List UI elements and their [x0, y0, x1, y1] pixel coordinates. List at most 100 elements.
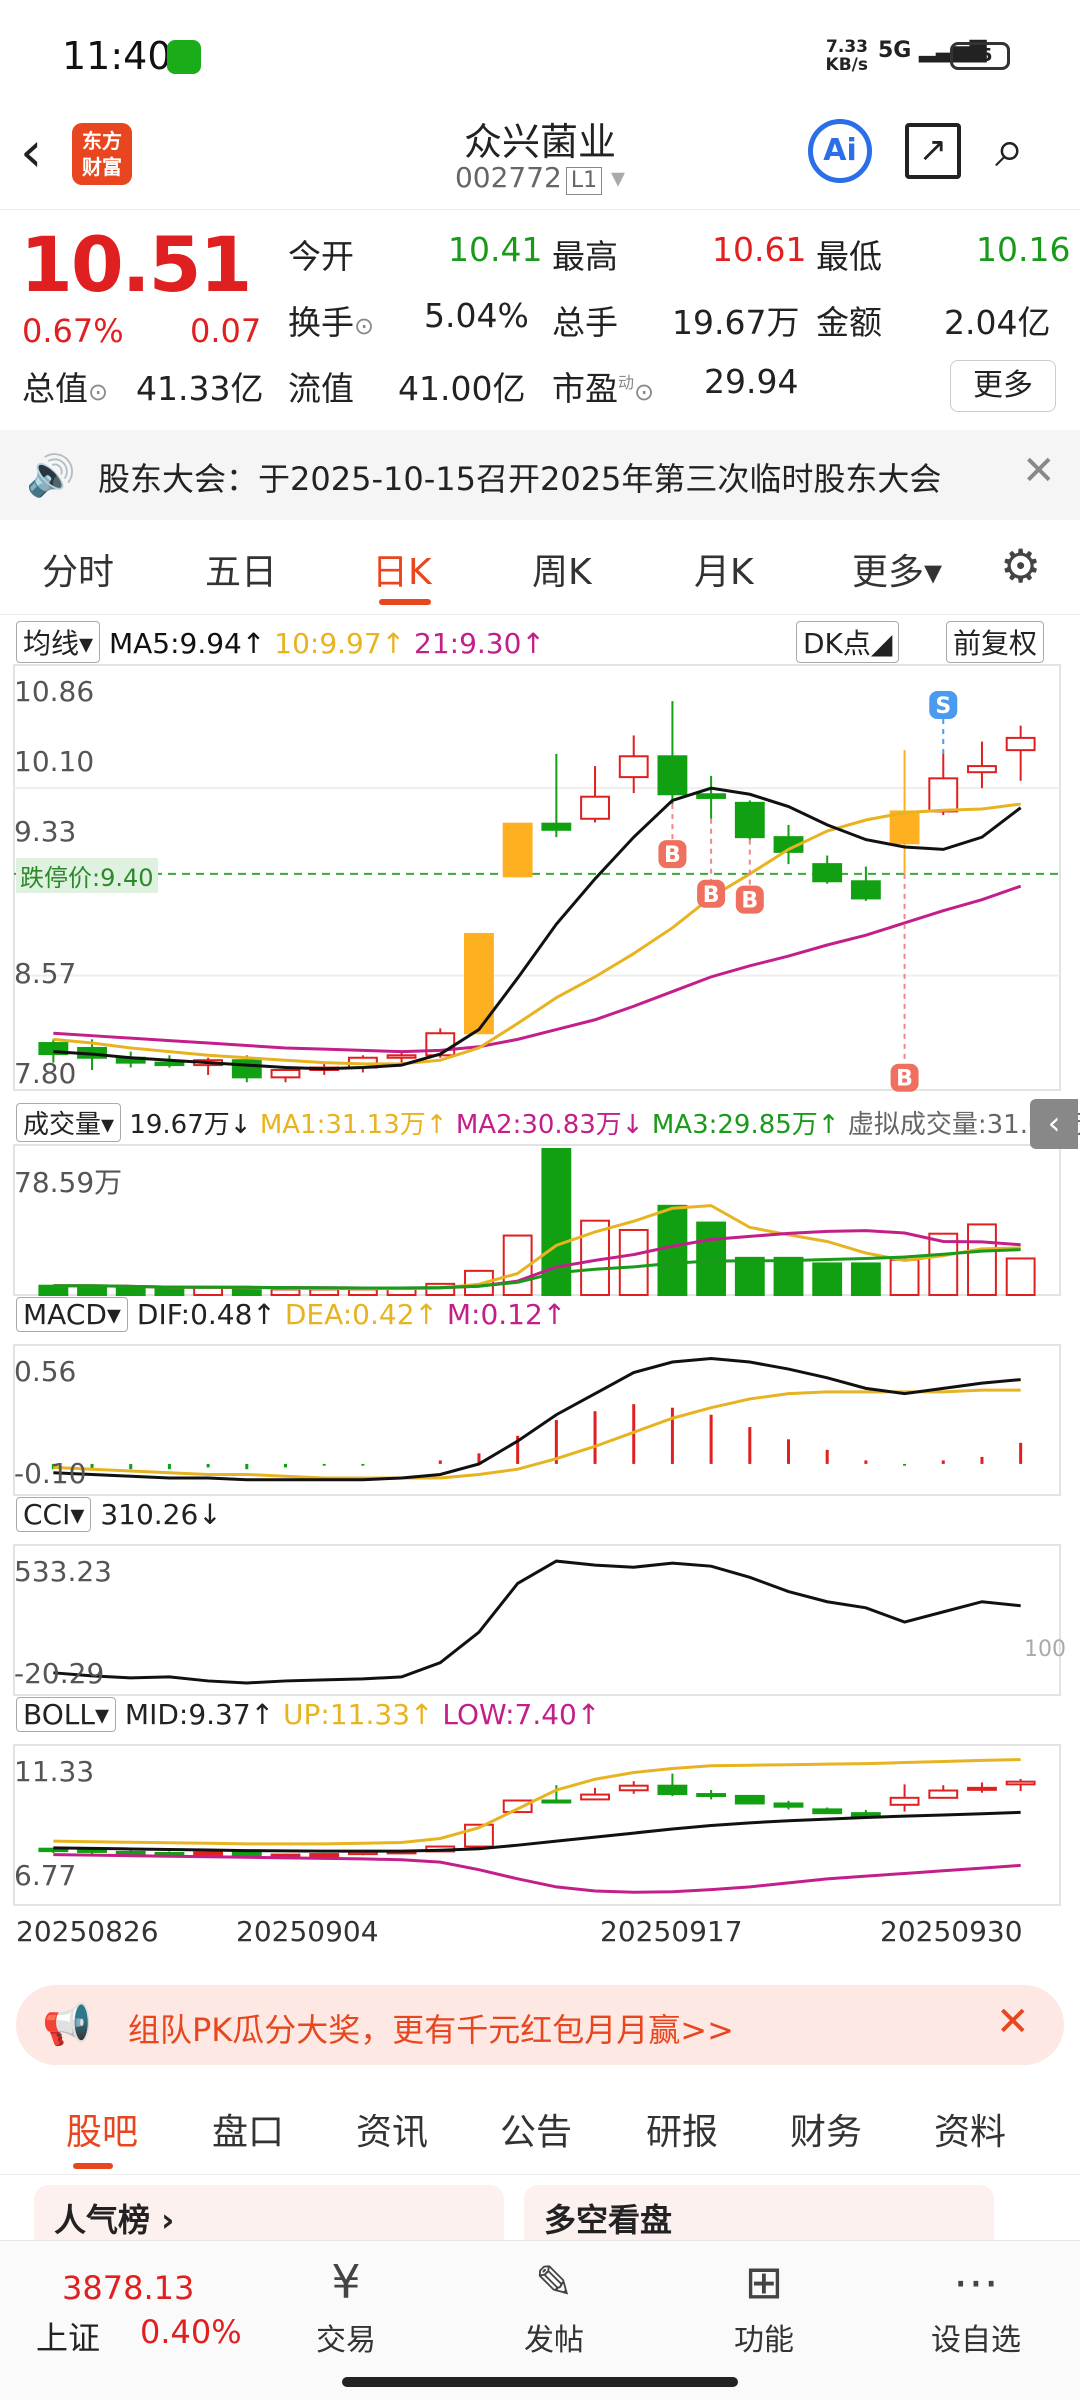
tab-yanbao[interactable]: 研报 — [646, 2103, 718, 2155]
ma10-line — [53, 802, 1021, 1066]
buy-mark-label: B — [896, 1067, 913, 1092]
volume-bar — [696, 1221, 727, 1296]
chart-svg: BB BBS — [13, 664, 1061, 1906]
gear-icon[interactable]: ⚙ — [1000, 539, 1041, 593]
info-icon: ⊙ — [634, 378, 655, 406]
y-label-bottom: 7.80 — [14, 1057, 77, 1090]
tab-wuri[interactable]: 五日 — [205, 543, 277, 595]
change-percent: 0.67% — [22, 312, 124, 350]
boll-mid-line — [53, 1810, 1021, 1853]
candle-body — [502, 822, 533, 878]
boll-candle-body — [77, 1848, 107, 1853]
kline-chart[interactable]: BBBBS 均线▾ MA5:9.94↑ 10:9.97↑ 21:9.30↑ DK… — [0, 615, 1080, 1975]
nav-add-watchlist-label: 设自选 — [931, 2323, 1021, 2358]
candle-body — [1005, 736, 1036, 752]
candle-body — [231, 1059, 262, 1079]
boll-candle-body — [657, 1784, 688, 1796]
tab-gonggao[interactable]: 公告 — [500, 2103, 572, 2155]
volume-bar — [734, 1256, 765, 1297]
volume-value: 19.67万 — [672, 303, 800, 342]
ma-legend: 均线▾ MA5:9.94↑ 10:9.97↑ 21:9.30↑ — [16, 621, 545, 663]
tab-zixun[interactable]: 资讯 — [356, 2103, 428, 2155]
edit-icon: ✎ — [534, 2255, 574, 2309]
ai-button[interactable]: Ai — [808, 119, 872, 183]
home-indicator — [342, 2377, 738, 2387]
open-label: 今开 — [288, 237, 354, 276]
promo-banner[interactable]: 📢 组队PK瓜分大奖，更有千元红包月月赢>> ✕ — [16, 1985, 1064, 2065]
collapse-button[interactable]: ‹ — [1030, 1099, 1078, 1149]
stock-code: 002772 — [454, 161, 562, 194]
ma-select[interactable]: 均线▾ — [16, 621, 101, 663]
notice-bar[interactable]: 🔊 股东大会：于2025-10-15召开2025年第三次临时股东大会 ✕ — [0, 430, 1080, 520]
grid-icon: ⊞ — [744, 2255, 784, 2309]
buy-mark-label: B — [664, 843, 681, 868]
volume-bar — [1005, 1257, 1036, 1296]
volume-select[interactable]: 成交量▾ — [16, 1103, 122, 1142]
pe-value: 29.94 — [704, 362, 799, 401]
macd-select[interactable]: MACD▾ — [16, 1297, 128, 1332]
popularity-card[interactable]: 人气榜 › — [34, 2185, 504, 2245]
close-icon[interactable]: ✕ — [996, 1999, 1030, 2045]
nav-functions-label: 功能 — [734, 2323, 794, 2358]
cci-legend: CCI▾ 310.26↓ — [16, 1497, 222, 1532]
tab-rik[interactable]: 日K — [372, 543, 432, 595]
tab-caiwu[interactable]: 财务 — [790, 2103, 862, 2155]
wechat-icon — [167, 40, 201, 74]
buy-mark-label: B — [741, 889, 758, 914]
candle-body — [154, 1061, 185, 1067]
boll-candle-body — [309, 1853, 340, 1858]
pe-label[interactable]: 市盈动⊙ — [552, 362, 654, 410]
cci-y-bottom: -20.29 — [14, 1657, 105, 1690]
volume-bar — [889, 1258, 920, 1296]
mktcap-label[interactable]: 总值⊙ — [22, 362, 108, 410]
turnover-label[interactable]: 换手⊙ — [288, 296, 374, 344]
tab-pankou[interactable]: 盘口 — [212, 2103, 284, 2155]
current-price: 10.51 — [20, 220, 252, 309]
tab-ziliao[interactable]: 资料 — [934, 2103, 1006, 2155]
cci-select[interactable]: CCI▾ — [16, 1497, 92, 1532]
tab-fenshi[interactable]: 分时 — [42, 543, 114, 595]
nav-post-label: 发帖 — [524, 2323, 584, 2358]
dk-button[interactable]: DK点◢ — [796, 621, 900, 663]
ma21-label: 21:9.30↑ — [414, 627, 545, 660]
active-tab-indicator — [379, 599, 431, 605]
share-icon: ↗ — [918, 130, 948, 170]
search-button[interactable]: ⌕ — [995, 119, 1024, 180]
tab-more[interactable]: 更多▾ — [852, 543, 942, 595]
chevron-down-icon: ▾ — [602, 161, 626, 194]
share-button[interactable]: ↗ — [905, 123, 961, 179]
more-button[interactable]: 更多 — [950, 360, 1056, 412]
ma5-line — [53, 786, 1022, 1071]
volume-bar — [850, 1262, 881, 1297]
nav-add-watchlist[interactable]: ⋯ 设自选 — [916, 2255, 1036, 2359]
y-label-3: 9.33 — [14, 815, 77, 848]
boll-select[interactable]: BOLL▾ — [16, 1697, 117, 1732]
nav-trade[interactable]: ¥ 交易 — [286, 2255, 406, 2359]
macd-dif-line — [53, 1357, 1021, 1482]
tab-guba[interactable]: 股吧 — [66, 2103, 138, 2155]
tab-yuek[interactable]: 月K — [694, 543, 754, 595]
candle-body — [580, 795, 610, 820]
low-label: 最低 — [816, 237, 882, 276]
close-icon[interactable]: ✕ — [1022, 448, 1056, 494]
nav-post[interactable]: ✎ 发帖 — [494, 2255, 614, 2359]
info-tabs: 股吧 盘口 资讯 公告 研报 财务 资料 — [0, 2085, 1080, 2175]
longshort-card[interactable]: 多空看盘 — [524, 2185, 994, 2245]
index-value[interactable]: 3878.13 — [62, 2269, 194, 2307]
index-percent: 0.40% — [140, 2313, 242, 2351]
nav-functions[interactable]: ⊞ 功能 — [704, 2255, 824, 2359]
boll-y-bottom: 6.77 — [14, 1859, 77, 1892]
boll-candle-body — [231, 1851, 262, 1858]
volume-bar — [812, 1262, 843, 1297]
candle-body — [696, 793, 727, 799]
fq-button[interactable]: 前复权 — [946, 621, 1045, 663]
macd-y-top: 0.56 — [14, 1355, 77, 1388]
notice-text: 股东大会：于2025-10-15召开2025年第三次临时股东大会 — [98, 460, 942, 498]
tab-zhouk[interactable]: 周K — [532, 543, 592, 595]
active-subtab-indicator — [73, 2163, 113, 2169]
status-bar: 11:40 7.33 KB/s 5G ▂▃▅▇ 65 — [0, 0, 1080, 105]
boll-candle-body — [734, 1794, 765, 1805]
change-amount: 0.07 — [190, 312, 262, 350]
boll-candle-body — [115, 1850, 146, 1855]
boll-candle-body — [580, 1793, 610, 1801]
